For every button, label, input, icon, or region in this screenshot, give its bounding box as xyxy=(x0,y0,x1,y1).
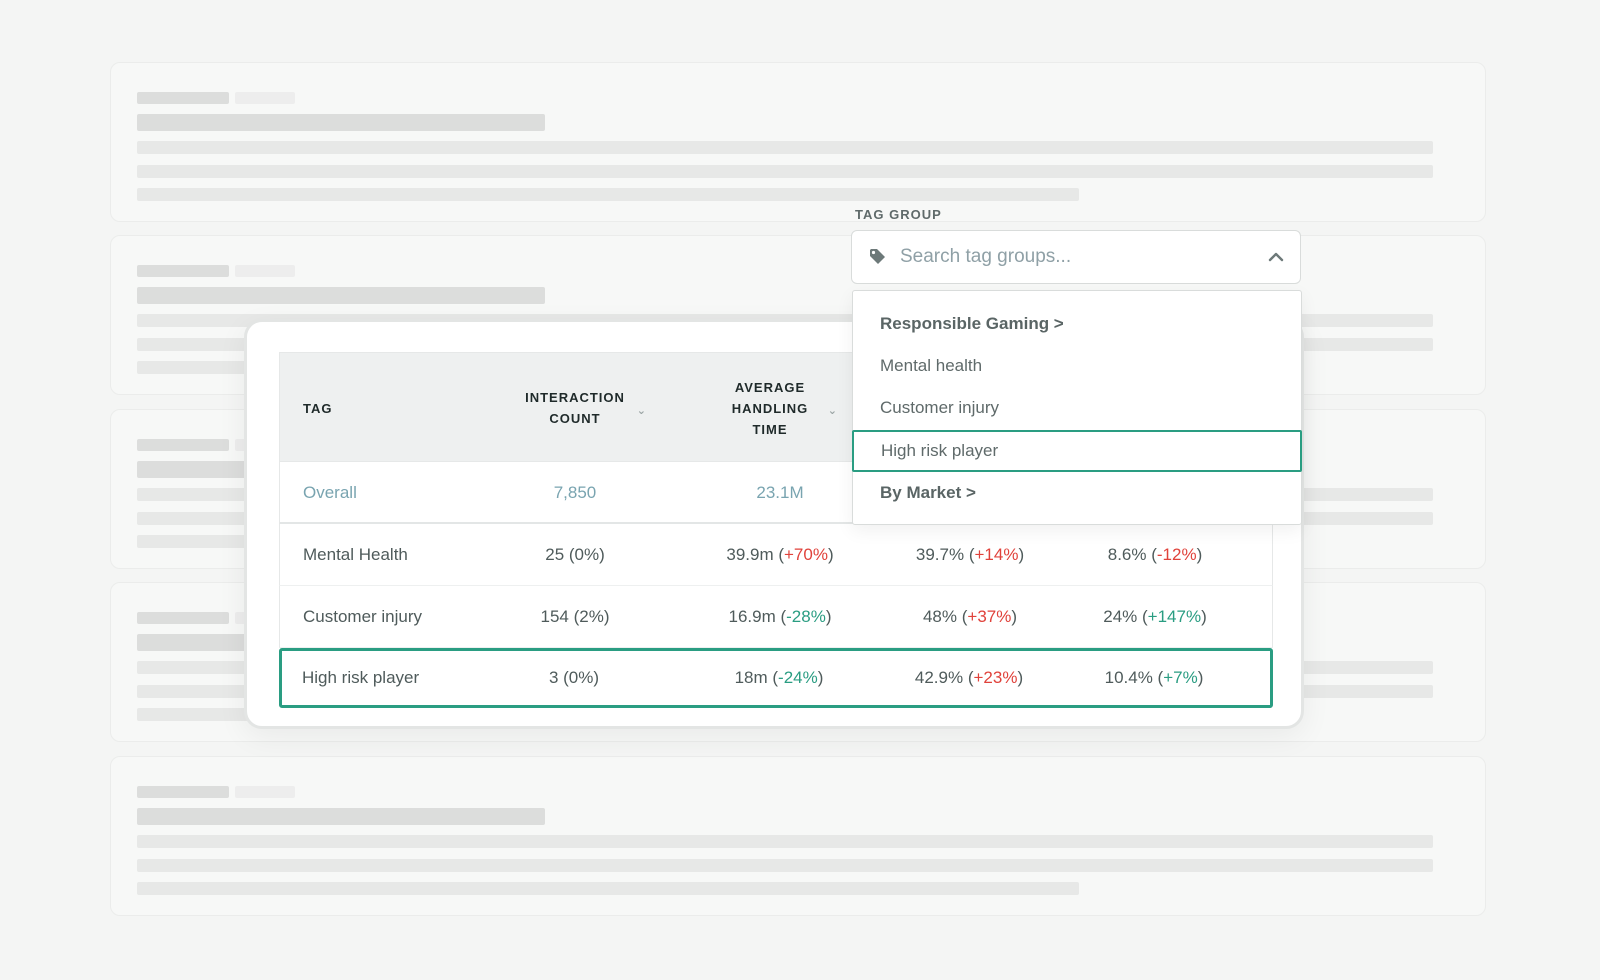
metric-cell: 24% (+147%) xyxy=(1070,586,1240,648)
header-line: INTERACTION xyxy=(525,390,625,405)
menu-item-customer-injury[interactable]: Customer injury xyxy=(853,387,1301,429)
metric-value: 42.9% ( xyxy=(914,668,974,687)
tag-cell: High risk player xyxy=(302,668,420,687)
metric-delta: +37% xyxy=(967,607,1012,626)
tag-cell: Mental Health xyxy=(303,545,408,564)
metric-value: 48% ( xyxy=(922,607,968,626)
metric-delta: +23% xyxy=(973,668,1018,687)
table-row-selected[interactable]: High risk player 3 (0%) 18m (-24%) 42.9%… xyxy=(279,648,1273,708)
tag-group-label: TAG GROUP xyxy=(855,207,942,222)
interaction-count-cell: 3 (0%) xyxy=(548,668,600,687)
metric-close: ) xyxy=(827,545,834,564)
metric-close: ) xyxy=(817,668,824,687)
metric-delta: -12% xyxy=(1156,545,1197,564)
metric-delta: -28% xyxy=(786,607,826,626)
metric-close: ) xyxy=(1197,668,1204,687)
tag-group-search-input[interactable]: Search tag groups... xyxy=(851,230,1301,284)
table-row[interactable]: Mental Health 25 (0%) 39.9m (+70%) 39.7%… xyxy=(279,524,1273,586)
chevron-up-icon[interactable] xyxy=(1266,247,1286,267)
metric-value: 18m ( xyxy=(734,668,779,687)
metric-close: ) xyxy=(1196,545,1203,564)
header-line: TIME xyxy=(752,421,788,437)
column-header-average-handling-time[interactable]: AVERAGE HANDLING TIME ⌄ xyxy=(710,353,837,463)
interaction-count-cell: 7,850 xyxy=(553,483,597,502)
metric-delta: +147% xyxy=(1147,607,1202,626)
menu-item-by-market[interactable]: By Market > xyxy=(853,472,1301,514)
metric-cell: 42.9% (+23%) xyxy=(884,651,1054,705)
metric-close: ) xyxy=(825,607,832,626)
metric-value: 39.7% ( xyxy=(915,545,975,564)
metric-delta: -24% xyxy=(778,668,818,687)
header-line: AVERAGE xyxy=(734,379,806,395)
interaction-count-cell: 25 (0%) xyxy=(545,545,605,564)
skeleton-card xyxy=(110,62,1486,222)
metric-close: ) xyxy=(1018,545,1025,564)
metric-cell: 39.7% (+14%) xyxy=(885,524,1055,586)
header-line: HANDLING xyxy=(731,400,809,416)
metric-delta: +14% xyxy=(974,545,1019,564)
menu-item-responsible-gaming[interactable]: Responsible Gaming > xyxy=(853,303,1301,345)
metric-delta: +70% xyxy=(784,545,828,564)
table-row[interactable]: Customer injury 154 (2%) 16.9m (-28%) 48… xyxy=(279,586,1273,648)
aht-cell: 23.1M xyxy=(756,483,804,502)
skeleton-card xyxy=(110,756,1486,916)
metric-cell: 10.4% (+7%) xyxy=(1069,651,1239,705)
metric-close: ) xyxy=(1017,668,1024,687)
header-line: COUNT xyxy=(549,411,601,426)
tag-cell: Customer injury xyxy=(303,607,423,626)
search-placeholder[interactable]: Search tag groups... xyxy=(900,231,1071,283)
tag-cell: Overall xyxy=(303,483,357,502)
metric-value: 10.4% ( xyxy=(1104,668,1164,687)
metric-cell: 48% (+37%) xyxy=(885,586,1055,648)
aht-cell: 18m (-24%) xyxy=(694,651,864,705)
metric-delta: +7% xyxy=(1163,668,1198,687)
metric-value: 16.9m ( xyxy=(728,607,787,626)
aht-cell: 39.9m (+70%) xyxy=(695,524,865,586)
metric-cell: 8.6% (-12%) xyxy=(1070,524,1240,586)
chevron-down-icon[interactable]: ⌄ xyxy=(637,401,647,422)
tag-group-dropdown-menu: Responsible Gaming > Mental health Custo… xyxy=(852,290,1302,525)
interaction-count-cell: 154 (2%) xyxy=(540,607,610,626)
metric-close: ) xyxy=(1011,607,1018,626)
menu-item-high-risk-player[interactable]: High risk player xyxy=(852,430,1302,472)
chevron-down-icon[interactable]: ⌄ xyxy=(828,401,838,422)
tag-icon xyxy=(870,249,885,264)
metric-value: 8.6% ( xyxy=(1107,545,1157,564)
aht-cell: 16.9m (-28%) xyxy=(695,586,865,648)
metric-value: 39.9m ( xyxy=(726,545,784,564)
column-header-interaction-count[interactable]: INTERACTION COUNT ⌄ xyxy=(505,353,647,463)
menu-item-mental-health[interactable]: Mental health xyxy=(853,345,1301,387)
metric-close: ) xyxy=(1201,607,1207,626)
column-header-tag[interactable]: TAG xyxy=(303,353,503,463)
metric-value: 24% ( xyxy=(1103,607,1148,626)
